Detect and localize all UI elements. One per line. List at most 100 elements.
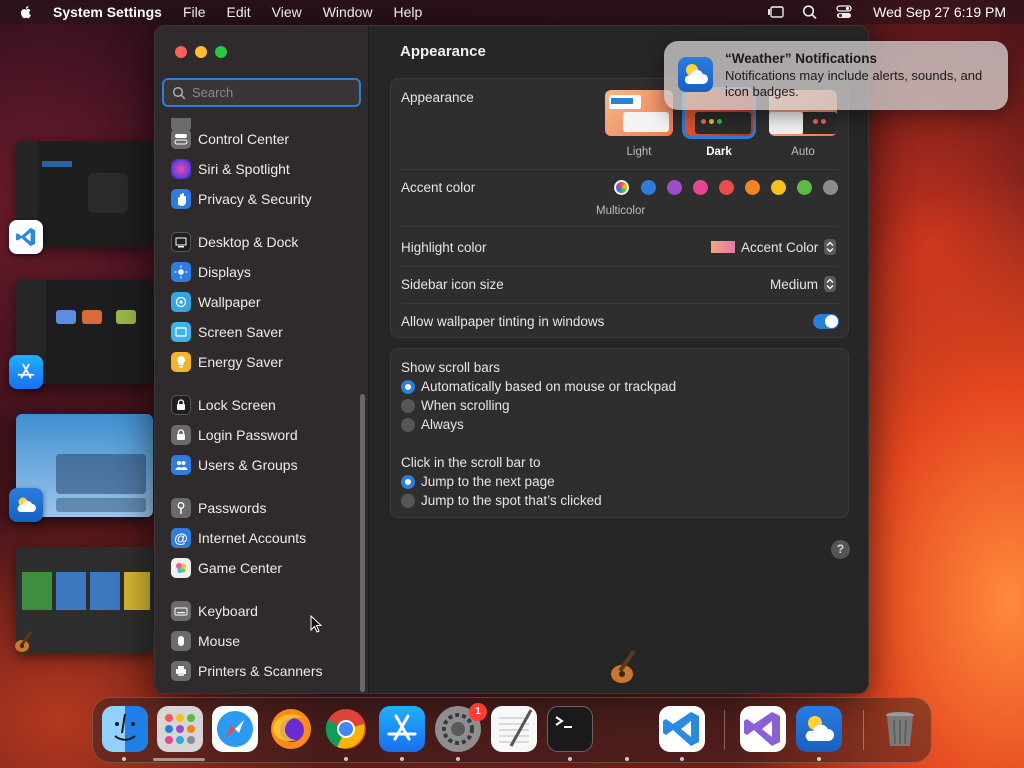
dock-app-store-icon[interactable] <box>379 706 425 752</box>
accent-orange-swatch[interactable] <box>745 180 760 195</box>
radio-label: When scrolling <box>421 398 510 413</box>
mouse-icon <box>171 631 191 651</box>
sidebar-item-mouse[interactable]: Mouse <box>171 629 240 653</box>
app-name-menu[interactable]: System Settings <box>53 4 162 20</box>
menubar-clock[interactable]: Wed Sep 27 6:19 PM <box>873 4 1006 20</box>
chevron-up-down-icon <box>824 276 837 292</box>
dock-textedit-icon[interactable] <box>491 706 537 752</box>
sidebar-item-lock-screen[interactable]: Lock Screen <box>171 393 276 417</box>
zoom-window-button[interactable] <box>215 46 227 58</box>
sidebar-item-game-center[interactable]: Game Center <box>171 556 282 580</box>
radio-label: Automatically based on mouse or trackpad <box>421 379 677 394</box>
control-center-icon[interactable] <box>835 4 853 20</box>
sidebar-item-energy-saver[interactable]: Energy Saver <box>171 350 283 374</box>
settings-search[interactable] <box>162 78 361 107</box>
settings-update-badge: 1 <box>469 703 487 721</box>
accent-yellow-swatch[interactable] <box>771 180 786 195</box>
sidebar-item-label: Login Password <box>198 427 298 443</box>
sidebar-item-screen-saver[interactable]: Screen Saver <box>171 320 283 344</box>
appearance-pane: Appearance Appearance Light Dark Auto Ac… <box>370 26 868 693</box>
menu-edit[interactable]: Edit <box>227 4 251 20</box>
dock-safari-icon[interactable] <box>212 706 258 752</box>
weather-notification[interactable]: “Weather” Notifications Notifications ma… <box>664 41 1008 110</box>
sidebar-item-displays[interactable]: Displays <box>171 260 251 284</box>
mouse-cursor-icon <box>310 615 322 633</box>
click-scroll-next-page-radio[interactable]: Jump to the next page <box>401 474 555 489</box>
sidebar-item-users-groups[interactable]: Users & Groups <box>171 453 298 477</box>
page-title: Appearance <box>400 43 486 60</box>
sidebar-item-privacy-security[interactable]: Privacy & Security <box>171 187 312 211</box>
accent-blue-swatch[interactable] <box>641 180 656 195</box>
sidebar-icon-size-popup[interactable]: Medium <box>770 276 837 292</box>
dock-vscode-icon[interactable] <box>659 706 705 752</box>
dock-trash-icon[interactable] <box>877 706 923 752</box>
menu-bar: System Settings File Edit View Window He… <box>0 0 1024 24</box>
sidebar-item-control-center[interactable]: Control Center <box>171 127 289 151</box>
sidebar-item-label: Lock Screen <box>198 397 276 413</box>
menu-view[interactable]: View <box>272 4 302 20</box>
dock-running-indicator <box>568 757 572 761</box>
sidebar-list[interactable]: Control Center Siri & Spotlight Privacy … <box>155 118 360 693</box>
menu-help[interactable]: Help <box>394 4 423 20</box>
at-icon: @ <box>171 528 191 548</box>
sidebar-item-wallpaper[interactable]: Wallpaper <box>171 290 261 314</box>
sidebar-item-printers-scanners[interactable]: Printers & Scanners <box>171 659 323 683</box>
wallpaper-tinting-toggle[interactable] <box>813 314 839 329</box>
scroll-bars-always-radio[interactable]: Always <box>401 417 464 432</box>
dock-separator <box>724 710 725 750</box>
chevron-up-down-icon <box>824 239 837 255</box>
accent-purple-swatch[interactable] <box>667 180 682 195</box>
menu-window[interactable]: Window <box>323 4 373 20</box>
sidebar-item-siri-spotlight[interactable]: Siri & Spotlight <box>171 157 290 181</box>
sidebar-item-label: Siri & Spotlight <box>198 161 290 177</box>
show-scroll-bars-label: Show scroll bars <box>401 360 501 375</box>
accent-graphite-swatch[interactable] <box>823 180 838 195</box>
settings-sidebar: Control Center Siri & Spotlight Privacy … <box>155 26 369 693</box>
accent-red-swatch[interactable] <box>719 180 734 195</box>
dock-visual-studio-icon[interactable] <box>740 706 786 752</box>
divider <box>401 226 838 227</box>
click-scroll-bar-label: Click in the scroll bar to <box>401 455 541 470</box>
dock-weather-icon[interactable] <box>796 706 842 752</box>
appearance-option-light[interactable]: Light <box>605 90 673 158</box>
dock-launchpad-icon[interactable] <box>157 706 203 752</box>
control-center-icon <box>171 129 191 149</box>
dock: 1 <box>92 697 932 763</box>
click-scroll-spot-radio[interactable]: Jump to the spot that’s clicked <box>401 493 602 508</box>
sidebar-item-desktop-dock[interactable]: Desktop & Dock <box>171 230 298 254</box>
stage-app-store-icon <box>9 355 43 389</box>
accent-pink-swatch[interactable] <box>693 180 708 195</box>
highlight-color-popup[interactable]: Accent Color <box>711 239 837 255</box>
menu-file[interactable]: File <box>183 4 206 20</box>
accent-green-swatch[interactable] <box>797 180 812 195</box>
apple-menu-icon[interactable] <box>18 4 34 20</box>
sidebar-item-label: Privacy & Security <box>198 191 312 207</box>
garageband-drag-icon[interactable] <box>605 645 649 689</box>
radio-dot <box>401 493 415 508</box>
sidebar-item-login-password[interactable]: Login Password <box>171 423 298 447</box>
divider <box>401 303 838 304</box>
stage-manager-icon[interactable] <box>767 4 785 20</box>
help-button[interactable]: ? <box>831 540 850 559</box>
dock-terminal-icon[interactable] <box>547 706 593 752</box>
dock-finder-icon[interactable] <box>102 706 148 752</box>
accent-multicolor-swatch[interactable] <box>614 180 629 195</box>
weather-icon <box>678 57 713 92</box>
close-window-button[interactable] <box>175 46 187 58</box>
dock-firefox-icon[interactable] <box>268 706 314 752</box>
sidebar-scrollbar[interactable] <box>360 394 365 692</box>
sidebar-item-keyboard[interactable]: Keyboard <box>171 599 258 623</box>
search-input[interactable] <box>192 85 352 100</box>
spotlight-search-icon[interactable] <box>801 4 819 20</box>
scroll-bars-auto-radio[interactable]: Automatically based on mouse or trackpad <box>401 379 676 394</box>
minimize-window-button[interactable] <box>195 46 207 58</box>
dock-scroll-indicator <box>153 758 205 761</box>
notification-body: Notifications may include alerts, sounds… <box>725 68 983 99</box>
sidebar-item-label: Mouse <box>198 633 241 649</box>
sidebar-item-passwords[interactable]: Passwords <box>171 496 266 520</box>
highlight-color-label: Highlight color <box>401 240 487 255</box>
scroll-bars-when-scrolling-radio[interactable]: When scrolling <box>401 398 510 413</box>
dock-chrome-icon[interactable] <box>323 706 369 752</box>
sidebar-item-label: Game Center <box>198 560 283 576</box>
sidebar-item-internet-accounts[interactable]: @ Internet Accounts <box>171 526 306 550</box>
